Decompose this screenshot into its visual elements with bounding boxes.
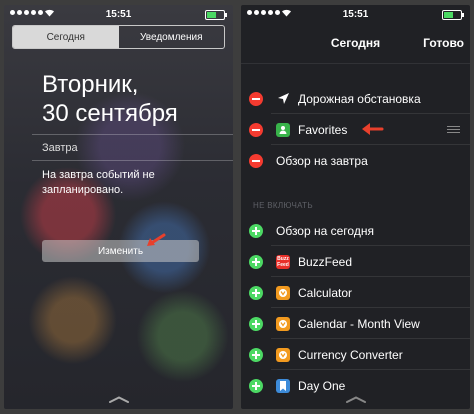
red-arrow-annotation-icon xyxy=(147,233,166,246)
calendar-app-icon xyxy=(276,316,290,331)
enabled-widget-row: Дорожная обстановка xyxy=(241,83,470,114)
location-arrow-icon xyxy=(276,92,290,106)
status-bar: 15:51 xyxy=(4,5,233,23)
add-widget-button[interactable] xyxy=(249,285,263,300)
currency-app-icon xyxy=(276,347,290,362)
disabled-widget-row: Calculator xyxy=(241,277,470,308)
remove-widget-button[interactable] xyxy=(249,122,263,137)
battery-icon xyxy=(205,10,227,20)
battery-icon xyxy=(442,10,464,20)
divider xyxy=(241,63,470,64)
widget-label: Calendar - Month View xyxy=(298,316,420,331)
widget-label: Дорожная обстановка xyxy=(298,91,421,106)
edit-button[interactable]: Изменить xyxy=(42,240,199,262)
widget-label: Favorites xyxy=(298,122,348,137)
widget-label: Day One xyxy=(298,378,346,393)
notification-center-today-screen: 15:51 Сегодня Уведомления Вторник, 30 се… xyxy=(4,5,233,409)
status-time: 15:51 xyxy=(105,9,132,20)
date-day: 30 сентября xyxy=(42,100,178,127)
no-events-message: На завтра событий не запланировано. xyxy=(42,169,155,196)
add-widget-button[interactable] xyxy=(249,347,263,362)
widget-label: BuzzFeed xyxy=(298,254,353,269)
widget-label: Currency Converter xyxy=(298,347,403,362)
edit-widgets-screen: 15:51 Сегодня Готово Дорожная обстановка… xyxy=(241,5,470,409)
buzzfeed-app-icon: Buzz Feed xyxy=(276,254,290,269)
tab-switcher: Сегодня Уведомления xyxy=(12,25,225,49)
tomorrow-section-title: Завтра xyxy=(42,142,78,154)
add-widget-button[interactable] xyxy=(249,316,263,331)
calculator-app-icon xyxy=(276,285,290,300)
grabber-handle-icon[interactable] xyxy=(108,396,130,403)
favorites-app-icon xyxy=(276,122,290,137)
widget-label: Обзор на сегодня xyxy=(276,223,374,238)
date-weekday: Вторник, xyxy=(42,71,139,98)
day-one-app-icon xyxy=(276,378,290,393)
widget-label: Calculator xyxy=(298,285,353,300)
divider xyxy=(32,134,233,135)
enabled-widget-row: Обзор на завтра xyxy=(241,145,470,176)
widget-label: Обзор на завтра xyxy=(276,153,368,168)
add-widget-button[interactable] xyxy=(249,378,263,393)
disabled-widget-row: Buzz Feed BuzzFeed xyxy=(241,246,470,277)
status-time: 15:51 xyxy=(342,9,369,20)
remove-widget-button[interactable] xyxy=(249,153,263,168)
tab-today[interactable]: Сегодня xyxy=(13,26,119,48)
status-bar: 15:51 xyxy=(241,5,470,23)
red-arrow-annotation-icon xyxy=(362,123,384,135)
remove-widget-button[interactable] xyxy=(249,91,263,106)
add-widget-button[interactable] xyxy=(249,254,263,269)
disabled-widget-row: Обзор на сегодня xyxy=(241,215,470,246)
tab-notifications[interactable]: Уведомления xyxy=(119,26,225,48)
disabled-section-title: НЕ ВКЛЮЧАТЬ xyxy=(253,201,313,210)
disabled-widget-row: Currency Converter xyxy=(241,339,470,370)
add-widget-button[interactable] xyxy=(249,223,263,238)
grabber-handle-icon[interactable] xyxy=(345,396,367,403)
disabled-widget-row: Calendar - Month View xyxy=(241,308,470,339)
enabled-widget-row: Favorites xyxy=(241,114,470,145)
done-button[interactable]: Готово xyxy=(423,36,464,50)
reorder-handle-icon[interactable] xyxy=(447,126,460,133)
divider xyxy=(32,160,233,161)
